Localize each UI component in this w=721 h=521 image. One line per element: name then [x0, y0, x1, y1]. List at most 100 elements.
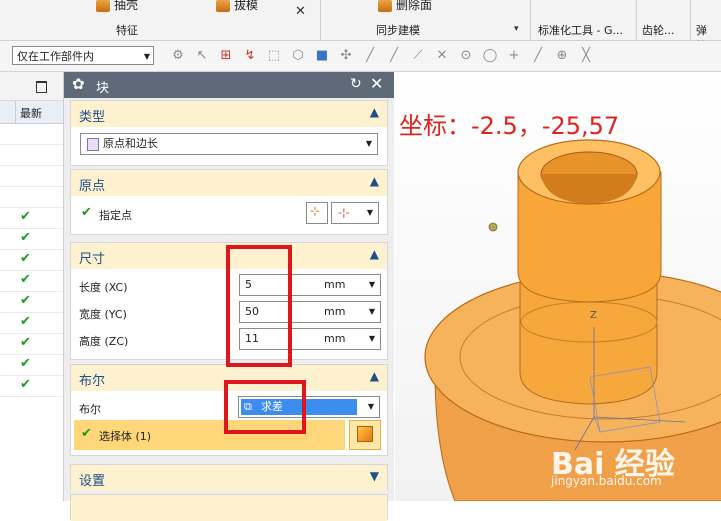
body-filter-icon[interactable]: ■: [310, 47, 334, 65]
table-row[interactable]: ✔: [0, 355, 63, 376]
type-select-value: 原点和边长: [103, 137, 158, 150]
arc-center-icon[interactable]: ⊙: [454, 47, 478, 65]
line-endpoint-icon[interactable]: ╱: [358, 47, 382, 65]
dialog-titlebar: ✿ 块 ↻ ✕: [64, 72, 394, 98]
point-type-select[interactable]: -¦- ▼: [331, 202, 379, 224]
check-icon: ✔: [81, 205, 92, 220]
chevron-up-icon: ▲: [369, 174, 379, 188]
table-row[interactable]: ✔: [0, 250, 63, 271]
section-type-header[interactable]: 类型 ▲: [71, 101, 387, 127]
section-origin-label: 原点: [79, 179, 106, 194]
chevron-down-icon: ▼: [369, 469, 379, 483]
solid-filter-icon[interactable]: ⬡: [286, 47, 310, 65]
chevron-up-icon: ▲: [369, 369, 379, 383]
z-axis-label: Z: [590, 310, 597, 321]
table-row[interactable]: [0, 187, 63, 208]
boolean-label: 布尔: [79, 403, 101, 416]
control-point-icon[interactable]: ⟋: [406, 47, 430, 65]
inferred-point-icon: -¦-: [338, 206, 350, 219]
table-row[interactable]: ✔: [0, 229, 63, 250]
maximize-icon[interactable]: [36, 81, 47, 93]
check-icon: ✔: [20, 272, 31, 287]
check-icon: ✔: [20, 293, 31, 308]
point-dialog-button[interactable]: ⊹: [306, 202, 328, 224]
ribbon-divider: [530, 0, 531, 40]
section-preview-header[interactable]: [71, 495, 387, 521]
group-feature: 特征: [116, 24, 138, 37]
table-row[interactable]: ✔: [0, 376, 63, 397]
check-icon: ✔: [20, 230, 31, 245]
block-dialog: ✿ 块 ↻ ✕ 类型 ▲ 原点和边长 ▼ 原点 ▲ ✔ 指定点 ⊹ -¦- ▼: [64, 72, 394, 521]
height-unit: mm: [324, 332, 346, 345]
check-icon: ✔: [81, 426, 92, 441]
block-type-icon: [87, 138, 99, 151]
section-settings-label: 设置: [79, 474, 106, 489]
table-row[interactable]: ✔: [0, 313, 63, 334]
reset-icon[interactable]: ↻: [350, 76, 362, 92]
dialog-title: 块: [96, 81, 110, 96]
annotation-boolean-box: [224, 380, 306, 434]
shell-icon: [96, 0, 110, 12]
ribbon-divider: [690, 0, 691, 40]
point-snap-icon[interactable]: ⊞: [214, 47, 238, 65]
column-divider: [15, 101, 16, 123]
cursor-icon[interactable]: ↖: [190, 47, 214, 65]
annotation-dimensions-box: [226, 245, 292, 367]
section-settings-header[interactable]: 设置 ▼: [71, 465, 387, 491]
group-expand-icon[interactable]: ▾: [514, 24, 519, 34]
type-select[interactable]: 原点和边长 ▼: [80, 133, 378, 155]
select-intent-icon[interactable]: ↯: [238, 47, 262, 65]
table-row[interactable]: ✔: [0, 334, 63, 355]
draft-command[interactable]: 拔模: [216, 0, 258, 13]
table-row[interactable]: [0, 166, 63, 187]
intersection-icon[interactable]: ✕: [430, 47, 454, 65]
delete-face-command[interactable]: 删除面: [378, 0, 432, 13]
check-icon: ✔: [20, 209, 31, 224]
scope-select[interactable]: 仅在工作部件内 ▼: [12, 46, 154, 65]
part-navigator: 最新 ✔ ✔ ✔ ✔ ✔ ✔ ✔ ✔ ✔: [0, 72, 64, 501]
graphics-viewport[interactable]: Z 坐标：-2.5，-25,57 Bai 经验 jingyan.baidu.co…: [395, 72, 721, 501]
check-icon: ✔: [20, 377, 31, 392]
bounded-grid-icon[interactable]: ╳: [574, 47, 598, 65]
select-body-button[interactable]: [349, 420, 381, 450]
chevron-down-icon: ▼: [367, 402, 374, 411]
selection-toolbar: 仅在工作部件内 ▼ ⚙ ↖ ⊞ ↯ ⬚ ⬡ ■ ✣ ╱ ╱ ⟋ ✕ ⊙ ◯ + …: [0, 41, 721, 72]
draft-icon: [216, 0, 230, 12]
chevron-down-icon: ▼: [365, 139, 372, 148]
close-icon[interactable]: ✕: [370, 74, 383, 93]
point-on-face-icon[interactable]: ⊕: [550, 47, 574, 65]
table-row[interactable]: [0, 124, 63, 145]
table-row[interactable]: ✔: [0, 208, 63, 229]
section-dimensions-label: 尺寸: [79, 252, 106, 267]
rectangle-select-icon[interactable]: ⬚: [262, 47, 286, 65]
width-unit: mm: [324, 305, 346, 318]
navigator-titlebar: [0, 72, 63, 101]
chevron-up-icon: ▲: [369, 247, 379, 261]
check-icon: ✔: [20, 251, 31, 266]
table-row[interactable]: [0, 145, 63, 166]
shell-command[interactable]: 抽壳: [96, 0, 138, 13]
point-on-curve-icon[interactable]: ╱: [526, 47, 550, 65]
close-icon[interactable]: ✕: [295, 4, 306, 19]
table-row[interactable]: ✔: [0, 292, 63, 313]
group-gear: 齿轮...: [642, 24, 675, 37]
check-icon: ✔: [20, 356, 31, 371]
section-origin-header[interactable]: 原点 ▲: [71, 170, 387, 196]
table-row[interactable]: ✔: [0, 271, 63, 292]
watermark-url: jingyan.baidu.com: [551, 474, 662, 488]
existing-point-icon[interactable]: +: [502, 47, 526, 65]
ribbon-divider: [320, 0, 321, 40]
snap-all-icon[interactable]: ✣: [334, 47, 358, 65]
quadrant-icon[interactable]: ◯: [478, 47, 502, 65]
height-label: 高度 (ZC): [79, 335, 129, 348]
section-settings: 设置 ▼: [70, 464, 388, 491]
filter-icon[interactable]: ⚙: [166, 47, 190, 65]
coordinate-annotation: 坐标：-2.5，-25,57: [399, 112, 620, 140]
midpoint-icon[interactable]: ╱: [382, 47, 406, 65]
cube-icon: [357, 426, 373, 442]
navigator-rows: ✔ ✔ ✔ ✔ ✔ ✔ ✔ ✔ ✔: [0, 124, 63, 397]
delete-face-icon: [378, 0, 392, 12]
chevron-down-icon: ▼: [368, 334, 375, 343]
navigator-column-header[interactable]: 最新: [0, 101, 63, 124]
length-label: 长度 (XC): [79, 281, 128, 294]
